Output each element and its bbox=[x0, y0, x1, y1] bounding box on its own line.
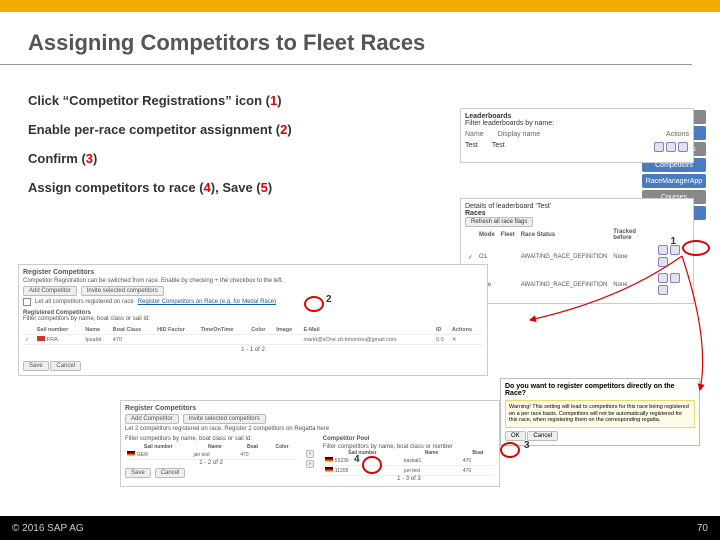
action-icon[interactable] bbox=[678, 142, 688, 152]
callout-4: 4 bbox=[354, 454, 360, 465]
register-competitors-race-panel: Register Competitors Add Competitor Invi… bbox=[120, 400, 500, 487]
row-action-icon[interactable] bbox=[658, 273, 668, 283]
save-button[interactable]: Save bbox=[125, 468, 151, 478]
cancel-button[interactable]: Cancel bbox=[527, 431, 558, 441]
dialog-title: Do you want to register competitors dire… bbox=[505, 383, 695, 397]
race-row[interactable]: BlueAWAITING_RACE_DEFINITIONNone bbox=[465, 271, 689, 299]
save-button[interactable]: Save bbox=[23, 361, 49, 371]
per-race-checkbox[interactable] bbox=[23, 298, 31, 306]
leaderboards-title: Leaderboards bbox=[465, 113, 689, 120]
page-title: Assigning Competitors to Fleet Races bbox=[0, 12, 692, 65]
callout-2: 2 bbox=[326, 294, 332, 305]
brand-bar bbox=[0, 0, 720, 12]
register-competitors-panel: Register Competitors Competitor Registra… bbox=[18, 264, 488, 376]
row-action-icon[interactable] bbox=[658, 285, 668, 295]
row-action-icon[interactable] bbox=[658, 257, 668, 267]
pager: 1 - 2 of 2 bbox=[125, 460, 297, 466]
step-4: Assign competitors to race (4), Save (5) bbox=[28, 180, 720, 195]
assign-left-button[interactable]: ‹ bbox=[306, 450, 314, 458]
confirm-dialog: Do you want to register competitors dire… bbox=[500, 378, 700, 446]
invite-button[interactable]: Invite selected competitors bbox=[183, 414, 266, 424]
step-1: Click “Competitor Registrations” icon (1… bbox=[28, 93, 720, 108]
panel-title: Register Competitors bbox=[23, 269, 483, 276]
row-action-icon[interactable] bbox=[670, 273, 680, 283]
races-title: Details of leaderboard ‘Test’ bbox=[465, 203, 689, 210]
add-competitor-button[interactable]: Add Competitor bbox=[23, 286, 77, 296]
cancel-button[interactable]: Cancel bbox=[50, 361, 81, 371]
page-number: 70 bbox=[697, 523, 708, 534]
register-on-race-link[interactable]: Register Competitors on Race (e.g. for M… bbox=[138, 299, 276, 305]
action-icon[interactable] bbox=[666, 142, 676, 152]
competitor-row[interactable]: GERjan test470 bbox=[125, 450, 297, 460]
leaderboard-row[interactable]: Test Test bbox=[465, 142, 689, 154]
competitor-row[interactable]: ✓FRAIpsalot470markt@sOne.ch.kmontou@gmai… bbox=[23, 335, 483, 345]
pager: 1 - 1 of 2 bbox=[23, 347, 483, 353]
action-icon[interactable] bbox=[654, 142, 664, 152]
pool-row[interactable]: 55236kaskat1470 bbox=[323, 456, 495, 466]
competitor-registrations-icon[interactable] bbox=[658, 245, 668, 255]
invite-button[interactable]: Invite selected competitors bbox=[81, 286, 164, 296]
races-panel: Details of leaderboard ‘Test’ Races Refr… bbox=[460, 198, 694, 304]
callout-1: 1 bbox=[670, 236, 676, 247]
filter-label: Filter leaderboards by name: bbox=[465, 120, 689, 127]
callout-3: 3 bbox=[524, 440, 530, 451]
pool-row[interactable]: 11209jan test470 bbox=[323, 466, 495, 476]
ok-button[interactable]: OK bbox=[505, 431, 526, 441]
pager: 1 - 3 of 3 bbox=[323, 476, 495, 482]
leaderboards-panel: Leaderboards Filter leaderboards by name… bbox=[460, 108, 694, 163]
refresh-button[interactable]: Refresh all race flags bbox=[465, 217, 533, 227]
dialog-warning: Warning! This setting will lead to compe… bbox=[505, 400, 695, 428]
cancel-button[interactable]: Cancel bbox=[155, 468, 186, 478]
footer-bar: © 2016 SAP AG 70 bbox=[0, 516, 720, 540]
nav-racemanager[interactable]: RaceManagerApp bbox=[642, 174, 706, 188]
assign-right-button[interactable]: › bbox=[306, 460, 314, 468]
race-row[interactable]: ✓O1AWAITING_RACE_DEFINITIONNone bbox=[465, 243, 689, 271]
copyright: © 2016 SAP AG bbox=[12, 523, 84, 534]
add-competitor-button[interactable]: Add Competitor bbox=[125, 414, 179, 424]
